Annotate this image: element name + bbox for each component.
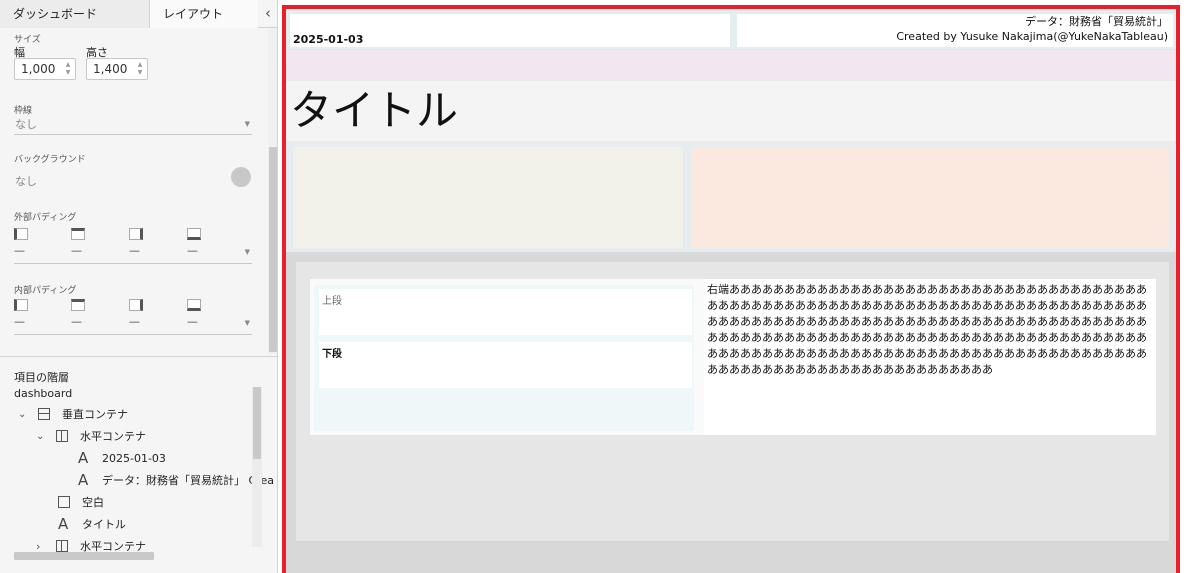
outer-padding-left[interactable]: — [14, 228, 34, 257]
outer-padding-row[interactable]: — — — — ▼ [14, 228, 252, 264]
tree-item-label: データ：財務省「貿易統計」 Crea [102, 474, 274, 487]
tree-item-horizontal-container[interactable]: ⌄ 水平コンテナ [36, 427, 146, 445]
date-text-object[interactable]: 2025-01-03 [290, 14, 730, 47]
chevron-down-icon[interactable]: ⌄ [18, 409, 32, 420]
padding-right-icon [129, 228, 143, 240]
inner-padding-right[interactable]: — [129, 299, 149, 328]
source-line-1: データ：財務省「貿易統計」 [1025, 15, 1168, 28]
inner-padding-bottom[interactable]: — [187, 299, 207, 328]
chevron-down-icon: ▼ [244, 120, 250, 128]
kpi-left-panel[interactable] [293, 147, 683, 248]
layout-panel: ダッシュボード レイアウト ‹ サイズ 幅 高さ 1,000 ▲ ▼ 1,400 … [0, 0, 278, 573]
outer-padding-bottom-value: — [187, 244, 198, 257]
padding-bottom-icon [187, 228, 201, 240]
lower-card[interactable]: 下段 [319, 342, 692, 388]
tree-item-label: 空白 [82, 496, 104, 509]
outer-padding-right[interactable]: — [129, 228, 149, 257]
text-icon: A [58, 515, 69, 533]
border-value: なし [15, 118, 37, 131]
text-icon: A [78, 449, 89, 467]
tab-layout[interactable]: レイアウト [150, 0, 258, 28]
kpi-container[interactable] [286, 141, 1176, 252]
horizontal-container-icon [56, 430, 68, 442]
padding-top-icon [71, 299, 85, 311]
header-container[interactable]: 2025-01-03 データ：財務省「貿易統計」 Created by Yusu… [286, 9, 1176, 49]
title-object[interactable]: タイトル [286, 79, 1176, 141]
kpi-right-panel[interactable] [691, 147, 1169, 248]
inner-padding-left-value: — [14, 315, 25, 328]
outer-padding-top[interactable]: — [71, 228, 91, 257]
right-text: 右端ああああああああああああああああああああああああああああああああああああああ… [707, 283, 1147, 376]
background-value: なし [15, 175, 37, 188]
background-dropdown[interactable]: なし [14, 172, 224, 192]
height-stepper[interactable]: ▲ ▼ [136, 61, 144, 77]
dashboard-title: タイトル [290, 86, 459, 135]
chevron-down-icon: ▼ [244, 248, 250, 256]
body-gap [286, 252, 1176, 262]
text-icon: A [78, 471, 89, 489]
tree-item-title[interactable]: A タイトル [58, 515, 126, 533]
border-dropdown[interactable]: なし ▼ [14, 115, 252, 135]
vertical-container-icon [38, 408, 50, 420]
height-input[interactable]: 1,400 ▲ ▼ [86, 58, 148, 80]
padding-left-icon [14, 299, 28, 311]
chevron-down-icon[interactable]: ⌄ [36, 431, 50, 442]
inner-padding-bottom-value: — [187, 315, 198, 328]
tree-item-label: 2025-01-03 [102, 451, 166, 465]
item-hierarchy: 項目の階層 dashboard ⌄ 垂直コンテナ ⌄ 水平コンテナ A 2025… [0, 356, 277, 573]
inner-padding-top[interactable]: — [71, 299, 91, 328]
blank-icon [58, 496, 70, 508]
hierarchy-horizontal-scrollbar[interactable] [14, 552, 154, 560]
properties-scrollbar-thumb[interactable] [269, 147, 277, 352]
inner-padding-label: 内部パディング [14, 286, 77, 296]
lower-label: 下段 [322, 349, 342, 360]
date-text: 2025-01-03 [293, 33, 364, 46]
source-text-object[interactable]: データ：財務省「貿易統計」 Created by Yusuke Nakajima… [737, 14, 1173, 47]
inner-padding-row[interactable]: — — — — ▼ [14, 299, 252, 335]
padding-right-icon [129, 299, 143, 311]
outer-padding-label: 外部パディング [14, 213, 77, 223]
tree-item-label: 水平コンテナ [80, 430, 146, 443]
horizontal-container-icon [56, 540, 68, 552]
tree-item-label: タイトル [82, 518, 126, 531]
padding-bottom-icon [187, 299, 201, 311]
outer-padding-right-value: — [129, 244, 140, 257]
tree-item-blank[interactable]: 空白 [58, 493, 104, 511]
height-value: 1,400 [93, 62, 128, 76]
dashboard-canvas[interactable]: 2025-01-03 データ：財務省「貿易統計」 Created by Yusu… [282, 5, 1180, 573]
source-line-2: Created by Yusuke Nakajima(@YukeNakaTabl… [896, 30, 1168, 43]
upper-card[interactable]: 上段 [319, 289, 692, 335]
hierarchy-title: 項目の階層 [14, 371, 69, 384]
tree-item-date-text[interactable]: A 2025-01-03 [78, 449, 166, 467]
chevron-right-icon[interactable]: › [36, 540, 50, 553]
panel-tabs: ダッシュボード レイアウト ‹ [0, 0, 277, 28]
right-text-object[interactable]: 右端ああああああああああああああああああああああああああああああああああああああ… [704, 279, 1156, 435]
tree-item-label: 垂直コンテナ [62, 408, 128, 421]
source-text: データ：財務省「貿易統計」 Created by Yusuke Nakajima… [896, 14, 1168, 44]
tree-item-source-text[interactable]: A データ：財務省「貿易統計」 Crea [78, 471, 274, 489]
upper-label: 上段 [322, 296, 342, 307]
layout-properties: サイズ 幅 高さ 1,000 ▲ ▼ 1,400 ▲ ▼ 枠線 なし ▼ バックグラ… [0, 29, 268, 354]
outer-padding-bottom[interactable]: — [187, 228, 207, 257]
width-value: 1,000 [21, 62, 56, 76]
inner-padding-top-value: — [71, 315, 82, 328]
width-input[interactable]: 1,000 ▲ ▼ [14, 58, 76, 80]
inner-padding-right-value: — [129, 315, 140, 328]
blank-object[interactable] [286, 49, 1176, 79]
inner-padding-left[interactable]: — [14, 299, 34, 328]
outer-padding-left-value: — [14, 244, 25, 257]
tab-dashboard[interactable]: ダッシュボード [0, 0, 150, 28]
hierarchy-scrollbar-thumb[interactable] [253, 387, 261, 459]
background-section-label: バックグラウンド [14, 155, 86, 165]
background-color-swatch[interactable] [231, 167, 251, 187]
outer-padding-top-value: — [71, 244, 82, 257]
width-stepper[interactable]: ▲ ▼ [64, 61, 72, 77]
chevron-left-icon[interactable]: ‹ [258, 0, 277, 28]
tree-item-vertical-container[interactable]: ⌄ 垂直コンテナ [18, 405, 128, 423]
chevron-down-icon: ▼ [244, 319, 250, 327]
hierarchy-root[interactable]: dashboard [14, 387, 72, 400]
padding-left-icon [14, 228, 28, 240]
padding-top-icon [71, 228, 85, 240]
